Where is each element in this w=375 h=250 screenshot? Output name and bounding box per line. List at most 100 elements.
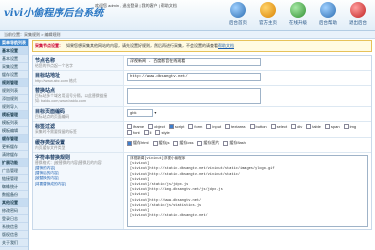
checkbox[interactable] [152,140,158,146]
filter-option[interactable]: table [306,124,321,129]
replace-rules-textarea[interactable]: 浮视新闻[vivicut]浮视小偷程序 [vivicut] [vivicut]htt… [127,155,368,227]
nav-website[interactable]: 官方主页 [255,2,281,26]
checkbox[interactable] [173,140,179,146]
row-rules: 字符串替换规则 替换格式：[被替换的内容]替换后的内容 [替换的内容] [替换后的… [33,153,371,229]
checkbox[interactable] [249,124,255,129]
nav-upgrade[interactable]: 在线升级 [285,2,311,26]
filter-option[interactable]: div [291,124,302,129]
filter-option[interactable]: form [188,124,202,129]
sidebar-item[interactable]: 广告管理 [0,167,28,175]
breadcrumb: 当前位置：采集规则 > 编辑规则 [0,31,375,39]
filter-option[interactable]: object [148,124,165,129]
checkbox[interactable] [306,124,312,129]
sidebar-item[interactable]: 修改密码 [0,207,28,215]
charset-select[interactable]: gbk [127,109,153,117]
sidebar-item[interactable]: 缓存管理 [0,135,28,143]
checkbox[interactable] [188,124,194,129]
checkbox-label: 缓存js [158,140,170,145]
row-charset: 目标页面编码 目标站点的页面编码 gbk ▾ [33,107,371,122]
sidebar-item[interactable]: 规则列表 [0,87,28,95]
sidebar-item[interactable]: 模板管理 [0,111,28,119]
sidebar-item[interactable]: 采集设置 [0,63,28,71]
checkbox-label: font [133,130,140,135]
checkbox[interactable] [270,124,276,129]
checkbox[interactable] [291,124,297,129]
main-content: 采集节点设置： 如果您想采集其他网站的内容，请先设置好规则，然后再进行采集，不会设… [32,40,372,250]
checkbox[interactable] [127,140,132,146]
checkbox[interactable] [206,124,212,129]
cache-option[interactable]: 缓存html [127,140,149,146]
filter-option[interactable]: img [343,124,357,129]
checkbox[interactable] [127,124,132,129]
cache-option[interactable]: 缓存css [173,140,193,146]
checkbox-label: table [312,124,321,129]
app-logo: vivi小偷程序后台系统 [4,8,104,19]
help-link[interactable]: 帮助文档 [218,43,234,48]
checkbox-label: object [154,124,165,129]
checkbox[interactable] [168,124,174,129]
filter-option[interactable]: input [206,124,221,129]
checkbox[interactable] [143,130,149,135]
filter-option[interactable]: iframe [127,124,144,129]
sidebar-item: 菜单导航列表 [0,39,28,47]
rule-help-link[interactable]: [将要替换成的内容] [35,182,121,187]
filter-option[interactable]: script [168,124,184,129]
row-filter: 标签过滤 采集时不需要保留的标签 iframe object script form in… [33,122,371,138]
sidebar-item[interactable]: 基本设置 [0,55,28,63]
sidebar-item[interactable]: 规则管理 [0,79,28,87]
node-name-input[interactable]: 浮视新闻 - 百度影音在线观看 [127,58,261,66]
cache-option[interactable]: 缓存图片 [197,140,219,146]
sidebar-item[interactable]: 清除缓存 [0,151,28,159]
sidebar-item[interactable]: 版权信息 [0,231,28,239]
checkbox-label: select [276,124,288,129]
sidebar-item[interactable]: 更新缓存 [0,143,28,151]
filter-option[interactable]: span [324,124,340,129]
checkbox[interactable] [127,130,132,135]
target-url-input[interactable]: http://www.dbsangtv.net/ [127,73,261,81]
row-url: 目标站地址 http://www.abc.com 格式 http://www.db… [33,71,371,86]
nav-home[interactable]: 后台首页 [225,2,251,26]
sidebar-item[interactable]: 关于我们 [0,239,28,247]
sidebar-item[interactable]: 基本设置 [0,47,28,55]
checkbox-label: button [255,124,267,129]
checkbox[interactable] [197,140,203,146]
sidebar-item[interactable]: 链接管理 [0,175,28,183]
nav-exit[interactable]: 退出后台 [345,2,371,26]
checkbox-label: style [161,130,170,135]
header: vivi小偷程序后台系统 欢迎您 admin , 退出登录 | 我的客户 | 帮… [0,0,375,31]
tip-box: 采集节点设置： 如果您想采集其他网站的内容，请先设置好规则，然后再进行采集，不会设… [32,40,372,52]
cache-option[interactable]: 缓存js [152,140,170,146]
sidebar-item[interactable]: 模板列表 [0,119,28,127]
sidebar-item[interactable]: 登录日志 [0,215,28,223]
replace-domain-input[interactable] [127,88,261,104]
sidebar-item[interactable]: 蜘蛛统计 [0,183,28,191]
sidebar-item[interactable]: 扩展功能 [0,159,28,167]
filter-option[interactable]: textarea [225,124,246,129]
checkbox[interactable] [343,124,349,129]
checkbox[interactable] [223,140,229,146]
filter-option[interactable]: style [155,130,170,135]
checkbox-label: span [330,124,340,129]
sidebar-item[interactable]: 模板编辑 [0,127,28,135]
sidebar-item[interactable]: 数据备份 [0,191,28,199]
sidebar-item[interactable]: 系统信息 [0,223,28,231]
exit-icon [350,2,366,18]
filter-option[interactable]: button [249,124,267,129]
sidebar-item[interactable]: 缓存设置 [0,71,28,79]
sidebar-item[interactable]: 其他设置 [0,199,28,207]
filter-option[interactable]: li [143,130,151,135]
sidebar-item[interactable]: 规则导入 [0,103,28,111]
cache-option[interactable]: 缓存flash [223,140,246,146]
checkbox[interactable] [148,124,154,129]
top-nav: 后台首页 官方主页 在线升级 后台帮助 退出后台 [225,2,371,26]
checkbox-label: 缓存css [179,140,194,145]
sidebar: 菜单导航列表 基本设置 基本设置 采集设置 缓存设置 规则管理 规则列表 添加规则 规则导入 模板… [0,39,29,250]
checkbox-label: img [349,124,357,129]
filter-option[interactable]: select [270,124,288,129]
checkbox[interactable] [225,124,231,129]
nav-help[interactable]: 后台帮助 [315,2,341,26]
sidebar-item[interactable]: 添加规则 [0,95,28,103]
checkbox[interactable] [155,130,161,135]
checkbox[interactable] [324,124,330,129]
filter-option[interactable]: font [127,130,140,135]
